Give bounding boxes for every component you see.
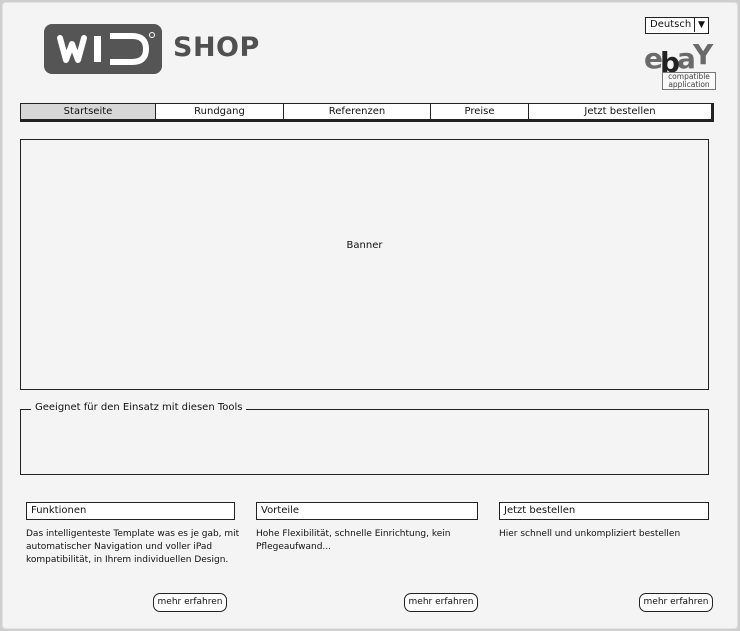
wid-logo-mark — [57, 32, 155, 65]
shop-title: SHOP — [173, 32, 260, 63]
column-text: Hier schnell und unkompliziert bestellen — [499, 529, 681, 539]
column-title: Vorteile — [256, 502, 478, 520]
tab-referenzen[interactable]: Referenzen — [283, 103, 431, 122]
main-navigation: Startseite Rundgang Referenzen Preise Je… — [20, 103, 714, 124]
triangle-down-icon: ▼ — [694, 18, 708, 32]
mehr-erfahren-button-vorteile[interactable]: mehr erfahren — [404, 593, 478, 612]
page: SHOP Deutsch ▼ ebaY compatible applicati… — [2, 2, 738, 629]
wid-logo[interactable] — [44, 24, 162, 74]
tab-preise[interactable]: Preise — [429, 103, 530, 122]
tools-legend: Geeignet für den Einsatz mit diesen Tool… — [31, 402, 247, 413]
ebay-compatible-badge: ebaY compatible application — [642, 38, 716, 98]
column-title: Funktionen — [26, 502, 235, 520]
language-value: Deutsch — [650, 19, 692, 30]
column-title: Jetzt bestellen — [499, 502, 709, 520]
tab-startseite[interactable]: Startseite — [20, 103, 156, 122]
language-select[interactable]: Deutsch ▼ — [645, 17, 709, 34]
banner-area: Banner — [20, 139, 709, 390]
ebay-logo: ebaY — [644, 38, 713, 79]
mehr-erfahren-button-bestellen[interactable]: mehr erfahren — [639, 593, 713, 612]
tab-rundgang[interactable]: Rundgang — [154, 103, 285, 122]
column-text: Hohe Flexibilität, schnelle Einrichtung,… — [256, 529, 451, 552]
mehr-erfahren-button-funktionen[interactable]: mehr erfahren — [153, 593, 227, 612]
column-text: Das intelligenteste Template was es je g… — [26, 529, 240, 565]
tools-fieldset: Geeignet für den Einsatz mit diesen Tool… — [20, 402, 709, 475]
tab-jetzt-bestellen[interactable]: Jetzt bestellen — [528, 103, 714, 122]
banner-label: Banner — [346, 240, 383, 251]
ebay-tagline: compatible application — [662, 72, 716, 90]
